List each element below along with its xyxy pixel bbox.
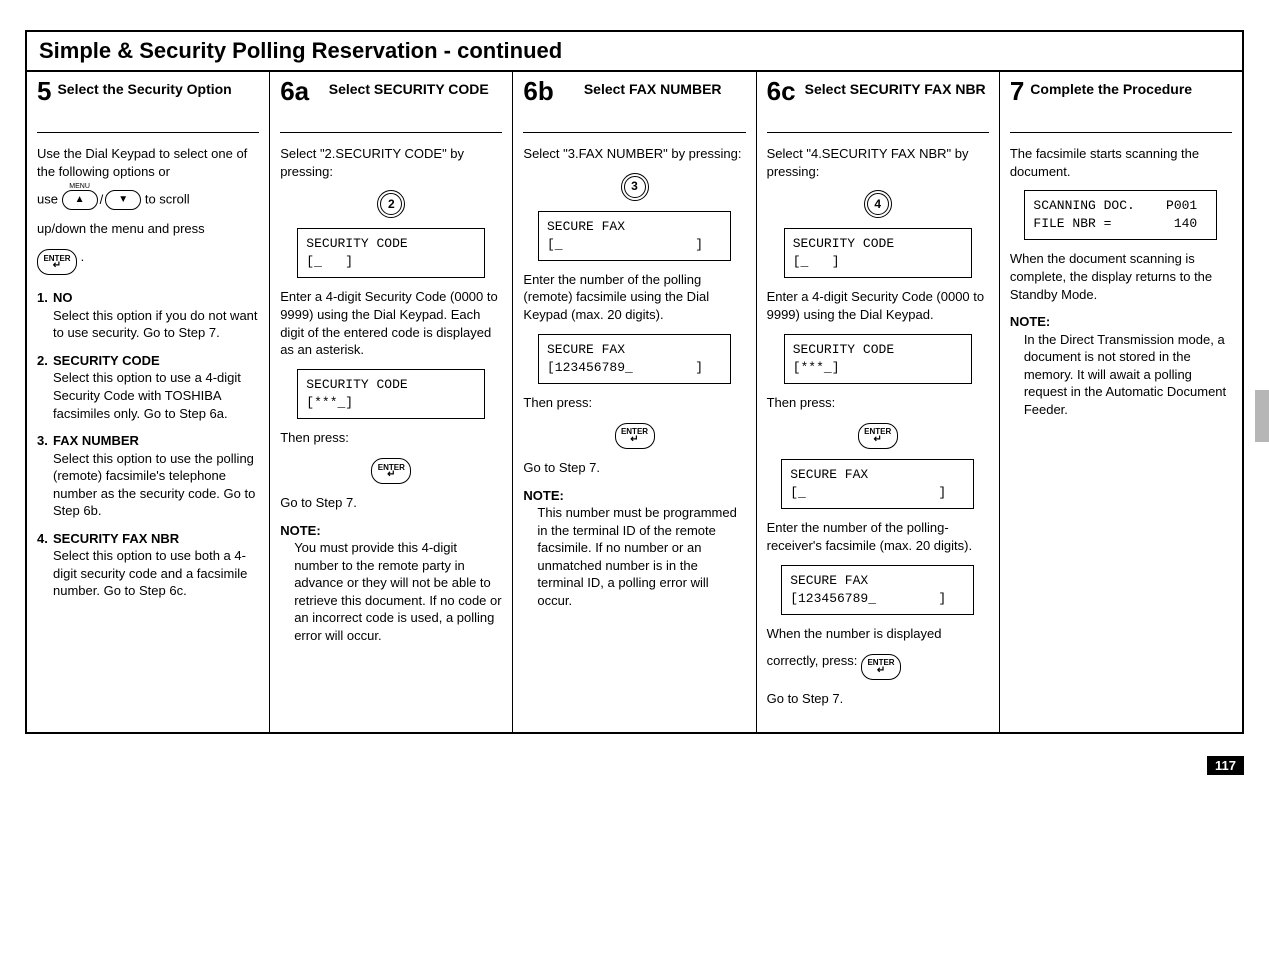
step-5-options: 1. NO Select this option if you do not w… [37, 289, 259, 600]
opt-title: FAX NUMBER [53, 433, 139, 448]
text: Then press: [767, 394, 989, 412]
keypad-4[interactable]: 4 [864, 190, 892, 218]
step-5-intro-line: use MENU▲ / ▼ to scroll [37, 190, 259, 210]
text: Go to Step 7. [280, 494, 502, 512]
opt-body: Select this option if you do not want to… [53, 307, 259, 342]
opt-num: 2. [37, 352, 48, 370]
step-5-intro-a: Use the Dial Keypad to select one of the… [37, 145, 259, 180]
text: Select "2.SECURITY CODE" by pressing: [280, 145, 502, 180]
opt-body: Select this option to use both a 4-digit… [53, 547, 259, 600]
col-step-6c: 6c Select SECURITY FAX NBR Select "4.SEC… [756, 72, 999, 732]
step-5-title: Select the Security Option [57, 78, 259, 99]
text: Select "4.SECURITY FAX NBR" by pressing: [767, 145, 989, 180]
lcd-display: SECURITY CODE [_ ] [297, 228, 485, 278]
enter-key[interactable]: ENTER↵ [858, 423, 898, 449]
text: use [37, 192, 58, 207]
note: NOTE: In the Direct Transmission mode, a… [1010, 313, 1232, 418]
page-number-container: 117 [25, 756, 1244, 775]
list-item: 3. FAX NUMBER Select this option to use … [37, 432, 259, 520]
step-6c-title: Select SECURITY FAX NBR [802, 78, 989, 99]
text: Enter the number of the polling-receiver… [767, 519, 989, 554]
col-step-5: 5 Select the Security Option Use the Dia… [27, 72, 269, 732]
list-item: 4. SECURITY FAX NBR Select this option t… [37, 530, 259, 600]
page-title-bar: Simple & Security Polling Reservation - … [27, 32, 1242, 72]
lcd-display: SECURE FAX [123456789_ ] [538, 334, 731, 384]
opt-num: 1. [37, 289, 48, 307]
text: correctly, press: ENTER↵ [767, 652, 989, 680]
note-label: NOTE: [523, 488, 563, 503]
text: Enter a 4-digit Security Code (0000 to 9… [767, 288, 989, 323]
keypad-3[interactable]: 3 [621, 173, 649, 201]
list-item: 1. NO Select this option if you do not w… [37, 289, 259, 342]
menu-down-key[interactable]: ▼ [105, 190, 141, 210]
step-6a-number: 6a [280, 78, 309, 104]
step-5-intro-d: up/down the menu and press [37, 220, 259, 238]
enter-key[interactable]: ENTER↵ [615, 423, 655, 449]
opt-title: NO [53, 290, 73, 305]
menu-label: MENU [69, 182, 90, 191]
page-title: Simple & Security Polling Reservation - … [39, 38, 1230, 64]
keypad-2[interactable]: 2 [377, 190, 405, 218]
enter-key[interactable]: ENTER↵ [861, 654, 901, 680]
enter-key[interactable]: ENTER↵ [37, 249, 77, 275]
thumb-tab [1255, 390, 1269, 442]
text: When the number is displayed [767, 625, 989, 643]
note-label: NOTE: [280, 523, 320, 538]
opt-title: SECURITY FAX NBR [53, 531, 179, 546]
columns: 5 Select the Security Option Use the Dia… [27, 72, 1242, 732]
lcd-display: SECURITY CODE [_ ] [784, 228, 972, 278]
opt-num: 4. [37, 530, 48, 548]
col-step-6b: 6b Select FAX NUMBER Select "3.FAX NUMBE… [512, 72, 755, 732]
text: Go to Step 7. [767, 690, 989, 708]
lcd-display: SECURE FAX [_ ] [781, 459, 974, 509]
list-item: 2. SECURITY CODE Select this option to u… [37, 352, 259, 422]
text: correctly, press: [767, 653, 858, 668]
note: NOTE: You must provide this 4-digit numb… [280, 522, 502, 645]
col-step-7: 7 Complete the Procedure The facsimile s… [999, 72, 1242, 732]
step-7-number: 7 [1010, 78, 1024, 104]
lcd-display: SCANNING DOC. P001 FILE NBR = 140 [1024, 190, 1217, 240]
step-6a-title: Select SECURITY CODE [315, 78, 502, 99]
text: Enter a 4-digit Security Code (0000 to 9… [280, 288, 502, 358]
note: NOTE: This number must be programmed in … [523, 487, 745, 610]
opt-num: 3. [37, 432, 48, 450]
text: Select "3.FAX NUMBER" by pressing: [523, 145, 745, 163]
col-step-6a: 6a Select SECURITY CODE Select "2.SECURI… [269, 72, 512, 732]
lcd-display: SECURITY CODE [***_] [297, 369, 485, 419]
text: Enter the number of the polling (remote)… [523, 271, 745, 324]
text: Then press: [523, 394, 745, 412]
page-number: 117 [1207, 756, 1244, 775]
step-6b-title: Select FAX NUMBER [560, 78, 746, 99]
text: to scroll [145, 192, 190, 207]
page-frame: Simple & Security Polling Reservation - … [25, 30, 1244, 734]
opt-body: Select this option to use a 4-digit Secu… [53, 369, 259, 422]
enter-key[interactable]: ENTER↵ [371, 458, 411, 484]
step-6c-number: 6c [767, 78, 796, 104]
step-6b-number: 6b [523, 78, 553, 104]
text: Then press: [280, 429, 502, 447]
step-5-number: 5 [37, 78, 51, 104]
lcd-display: SECURE FAX [123456789_ ] [781, 565, 974, 615]
lcd-display: SECURE FAX [_ ] [538, 211, 731, 261]
opt-title: SECURITY CODE [53, 353, 160, 368]
opt-body: Select this option to use the polling (r… [53, 450, 259, 520]
note-body: This number must be programmed in the te… [523, 504, 745, 609]
text: The facsimile starts scanning the docume… [1010, 145, 1232, 180]
text: Go to Step 7. [523, 459, 745, 477]
menu-up-key[interactable]: MENU▲ [62, 190, 98, 210]
text: When the document scanning is complete, … [1010, 250, 1232, 303]
step-7-title: Complete the Procedure [1030, 78, 1232, 99]
lcd-display: SECURITY CODE [***_] [784, 334, 972, 384]
note-body: You must provide this 4-digit number to … [280, 539, 502, 644]
note-label: NOTE: [1010, 314, 1050, 329]
note-body: In the Direct Transmission mode, a docum… [1010, 331, 1232, 419]
